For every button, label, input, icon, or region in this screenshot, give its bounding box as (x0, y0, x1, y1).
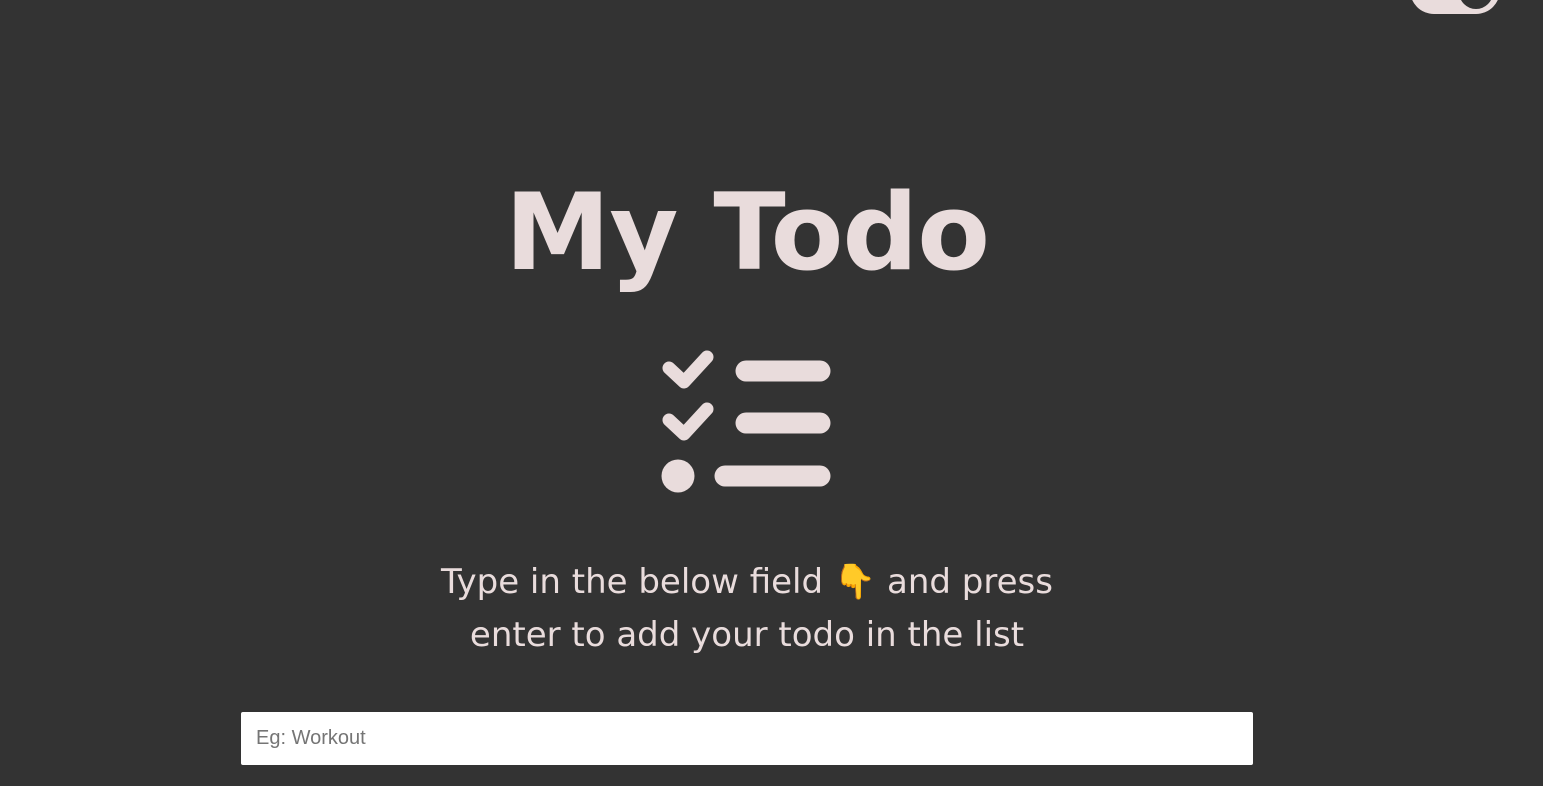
instruction-text: Type in the below field 👇 and press ente… (0, 556, 1494, 662)
instruction-line-2: enter to add your todo in the list (469, 615, 1025, 655)
toggle-knob (1459, 0, 1493, 9)
theme-toggle-switch[interactable] (1410, 0, 1500, 14)
checklist-icon (650, 340, 850, 500)
page-title: My Todo (504, 171, 990, 294)
todo-input[interactable] (241, 712, 1253, 765)
instruction-line-1: Type in the below field 👇 and press (441, 562, 1053, 602)
